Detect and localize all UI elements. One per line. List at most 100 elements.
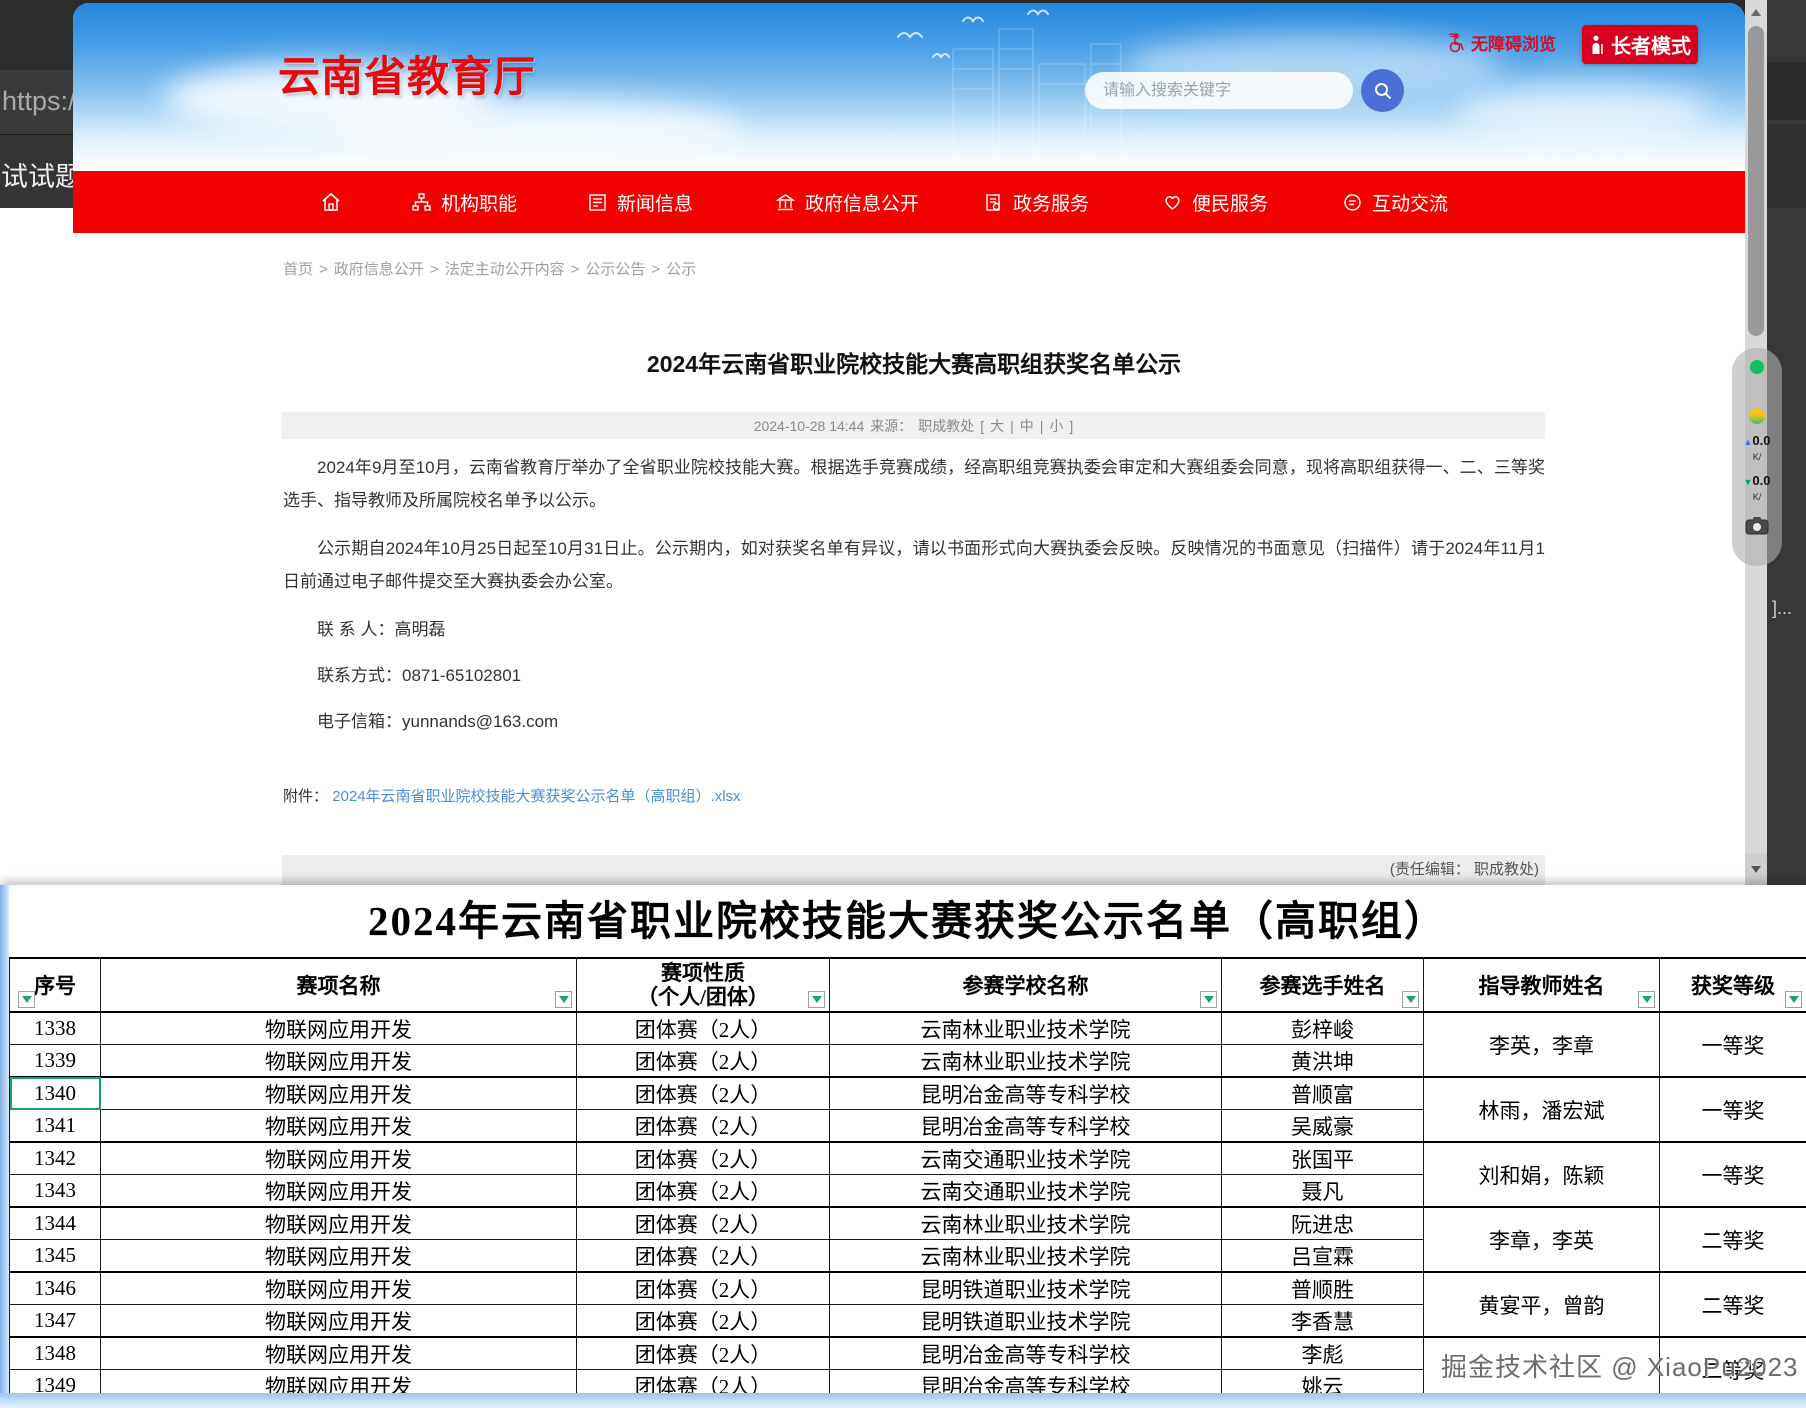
cell-type[interactable]: 团体赛（2人） <box>577 1305 830 1338</box>
cell-player[interactable]: 姚云 <box>1222 1370 1424 1394</box>
nav-item-orgs[interactable]: 机构职能 <box>411 171 517 233</box>
cell-player[interactable]: 吴威豪 <box>1222 1110 1424 1143</box>
cell-type[interactable]: 团体赛（2人） <box>577 1207 830 1240</box>
cell-school[interactable]: 昆明铁道职业技术学院 <box>830 1272 1222 1305</box>
cell-type[interactable]: 团体赛（2人） <box>577 1012 830 1045</box>
cell-player[interactable]: 阮进忠 <box>1222 1207 1424 1240</box>
cell-school[interactable]: 昆明铁道职业技术学院 <box>830 1305 1222 1338</box>
address-bar[interactable]: https:/ <box>0 70 73 135</box>
cell-no[interactable]: 1345 <box>10 1240 101 1273</box>
nav-item-interaction[interactable]: 互动交流 <box>1342 171 1448 233</box>
cell-no[interactable]: 1349 <box>10 1370 101 1394</box>
cell-type[interactable]: 团体赛（2人） <box>577 1337 830 1370</box>
cell-no[interactable]: 1344 <box>10 1207 101 1240</box>
cell-school[interactable]: 云南林业职业技术学院 <box>830 1240 1222 1273</box>
cell-no[interactable]: 1340 <box>10 1077 101 1110</box>
cell-event[interactable]: 物联网应用开发 <box>101 1305 577 1338</box>
cell-school[interactable]: 昆明冶金高等专科学校 <box>830 1337 1222 1370</box>
breadcrumb-notices[interactable]: 公示公告 <box>585 261 645 278</box>
cell-type[interactable]: 团体赛（2人） <box>577 1142 830 1175</box>
cell-teachers[interactable]: 黄宴平，曾韵 <box>1424 1272 1660 1337</box>
cell-type[interactable]: 团体赛（2人） <box>577 1240 830 1273</box>
search-input[interactable] <box>1101 81 1335 101</box>
cell-event[interactable]: 物联网应用开发 <box>101 1110 577 1143</box>
cell-school[interactable]: 云南交通职业技术学院 <box>830 1175 1222 1208</box>
cell-type[interactable]: 团体赛（2人） <box>577 1110 830 1143</box>
breadcrumb-statutory[interactable]: 法定主动公开内容 <box>445 261 565 278</box>
breadcrumb-home[interactable]: 首页 <box>283 261 313 278</box>
cell-award[interactable]: 二等奖 <box>1660 1272 1806 1337</box>
cell-event[interactable]: 物联网应用开发 <box>101 1175 577 1208</box>
cell-award[interactable]: 二等奖 <box>1660 1207 1806 1272</box>
cell-event[interactable]: 物联网应用开发 <box>101 1077 577 1110</box>
cell-no[interactable]: 1348 <box>10 1337 101 1370</box>
nav-item-convenience[interactable]: 便民服务 <box>1162 171 1268 233</box>
filter-dropdown-button[interactable] <box>1200 991 1217 1008</box>
cell-school[interactable]: 云南林业职业技术学院 <box>830 1207 1222 1240</box>
scrollbar-thumb[interactable] <box>1748 26 1764 336</box>
scroll-down-arrow[interactable] <box>1745 853 1767 885</box>
cell-event[interactable]: 物联网应用开发 <box>101 1207 577 1240</box>
cell-player[interactable]: 聂凡 <box>1222 1175 1424 1208</box>
right-rail-ellipsis[interactable]: ]... <box>1772 598 1792 619</box>
cell-no[interactable]: 1342 <box>10 1142 101 1175</box>
cell-no[interactable]: 1347 <box>10 1305 101 1338</box>
breadcrumb-current[interactable]: 公示 <box>666 261 696 278</box>
nav-item-gov-info[interactable]: 政府信息公开 <box>775 171 919 233</box>
camera-button[interactable] <box>1745 516 1769 535</box>
cell-event[interactable]: 物联网应用开发 <box>101 1012 577 1045</box>
cell-type[interactable]: 团体赛（2人） <box>577 1370 830 1394</box>
cell-award[interactable]: 一等奖 <box>1660 1142 1806 1207</box>
cell-no[interactable]: 1346 <box>10 1272 101 1305</box>
cell-school[interactable]: 云南林业职业技术学院 <box>830 1045 1222 1078</box>
font-size-medium[interactable]: 中 <box>1020 416 1034 436</box>
cell-player[interactable]: 李香慧 <box>1222 1305 1424 1338</box>
elder-mode-button[interactable]: 长者模式 <box>1582 25 1698 64</box>
font-size-large[interactable]: 大 <box>990 416 1004 436</box>
cell-type[interactable]: 团体赛（2人） <box>577 1045 830 1078</box>
cell-player[interactable]: 普顺富 <box>1222 1077 1424 1110</box>
filter-dropdown-button[interactable] <box>555 991 572 1008</box>
cell-player[interactable]: 普顺胜 <box>1222 1272 1424 1305</box>
cell-event[interactable]: 物联网应用开发 <box>101 1142 577 1175</box>
cell-type[interactable]: 团体赛（2人） <box>577 1272 830 1305</box>
cell-school[interactable]: 昆明冶金高等专科学校 <box>830 1370 1222 1394</box>
cell-award[interactable]: 一等奖 <box>1660 1012 1806 1077</box>
cell-event[interactable]: 物联网应用开发 <box>101 1045 577 1078</box>
cell-no[interactable]: 1343 <box>10 1175 101 1208</box>
nav-item-news[interactable]: 新闻信息 <box>587 171 693 233</box>
cell-no[interactable]: 1339 <box>10 1045 101 1078</box>
search-button[interactable] <box>1361 69 1404 112</box>
scroll-up-arrow[interactable] <box>1745 4 1767 20</box>
nav-item-services[interactable]: 政务服务 <box>983 171 1089 233</box>
cell-school[interactable]: 昆明冶金高等专科学校 <box>830 1077 1222 1110</box>
cell-no[interactable]: 1341 <box>10 1110 101 1143</box>
cell-no[interactable]: 1338 <box>10 1012 101 1045</box>
filter-dropdown-button[interactable] <box>808 991 825 1008</box>
cell-event[interactable]: 物联网应用开发 <box>101 1337 577 1370</box>
cell-player[interactable]: 黄洪坤 <box>1222 1045 1424 1078</box>
breadcrumb-gov-info[interactable]: 政府信息公开 <box>334 261 424 278</box>
cell-teachers[interactable]: 刘和娟，陈颖 <box>1424 1142 1660 1207</box>
font-size-small[interactable]: 小 <box>1049 416 1063 436</box>
cell-school[interactable]: 云南林业职业技术学院 <box>830 1012 1222 1045</box>
accessibility-link[interactable]: 无障碍浏览 <box>1445 30 1556 55</box>
cell-teachers[interactable]: 李英，李章 <box>1424 1012 1660 1077</box>
cell-player[interactable]: 李彪 <box>1222 1337 1424 1370</box>
cell-teachers[interactable]: 李章，李英 <box>1424 1207 1660 1272</box>
cell-school[interactable]: 云南交通职业技术学院 <box>830 1142 1222 1175</box>
cell-award[interactable]: 一等奖 <box>1660 1077 1806 1142</box>
nav-home[interactable] <box>319 171 343 233</box>
cell-event[interactable]: 物联网应用开发 <box>101 1240 577 1273</box>
filter-dropdown-button[interactable] <box>18 991 35 1008</box>
cell-school[interactable]: 昆明冶金高等专科学校 <box>830 1110 1222 1143</box>
cell-player[interactable]: 吕宣霖 <box>1222 1240 1424 1273</box>
cell-player[interactable]: 张国平 <box>1222 1142 1424 1175</box>
filter-dropdown-button[interactable] <box>1402 991 1419 1008</box>
cell-event[interactable]: 物联网应用开发 <box>101 1272 577 1305</box>
cell-player[interactable]: 彭梓峻 <box>1222 1012 1424 1045</box>
cell-type[interactable]: 团体赛（2人） <box>577 1077 830 1110</box>
cell-event[interactable]: 物联网应用开发 <box>101 1370 577 1394</box>
bookmark-item[interactable]: 试试题 <box>0 135 73 208</box>
attachment-link[interactable]: 2024年云南省职业院校技能大赛获奖公示名单（高职组）.xlsx <box>332 788 740 805</box>
